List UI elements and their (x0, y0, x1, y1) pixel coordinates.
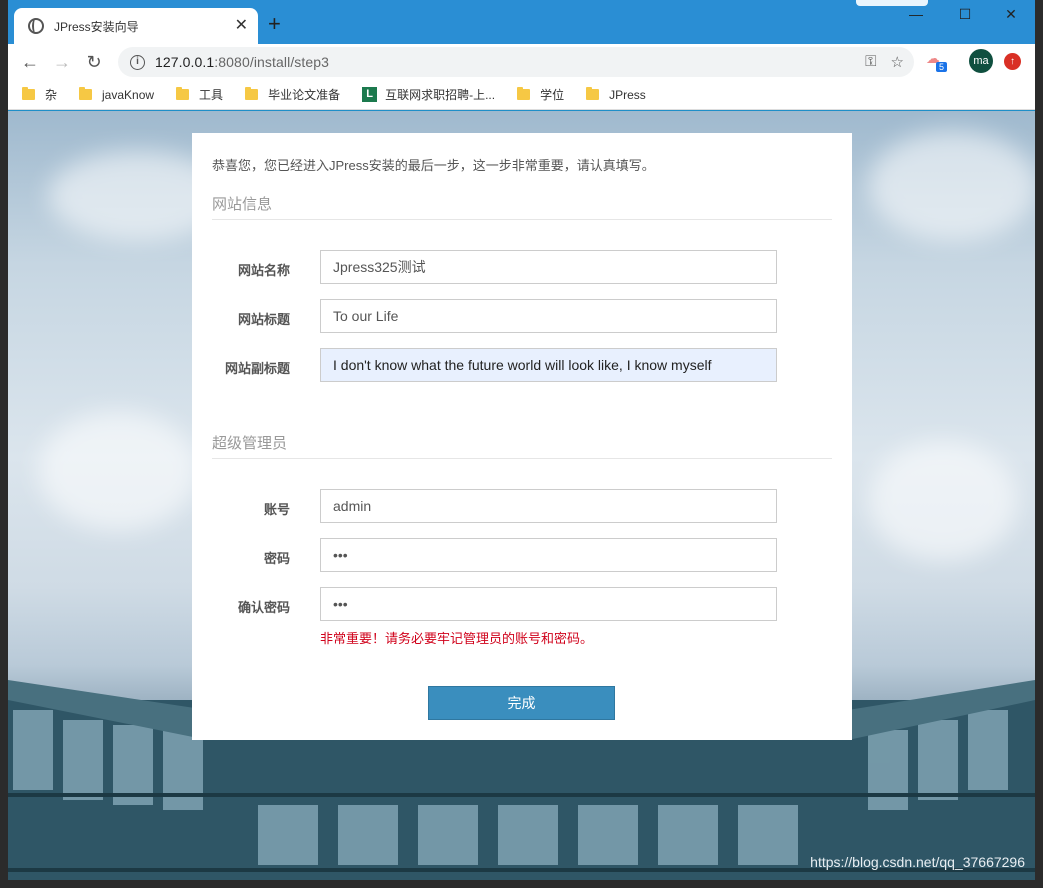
reload-button[interactable]: ↻ (78, 52, 110, 73)
site-subtitle-label: 网站副标题 (224, 361, 290, 376)
bookmark-label: javaKnow (102, 87, 155, 102)
section-divider (212, 219, 832, 220)
background-cloud (38, 411, 198, 531)
new-tab-button[interactable]: + (268, 13, 281, 35)
confirm-password-label: 确认密码 (237, 600, 290, 615)
site-section-title: 网站信息 (212, 196, 273, 213)
tab-strip: JPress安装向导 ✕ + — ☐ ✕ (8, 0, 1035, 44)
bookmark-label: 学位 (540, 88, 565, 102)
account-label: 账号 (263, 502, 290, 517)
section-divider (212, 458, 832, 459)
finish-button[interactable]: 完成 (428, 686, 615, 720)
site-name-input[interactable]: Jpress325测试 (320, 250, 777, 284)
account-input[interactable]: admin (320, 489, 777, 523)
bookmark-item[interactable]: 学位 (517, 86, 564, 103)
key-icon[interactable]: ⚿ (865, 53, 876, 71)
site-subtitle-input[interactable]: I don't know what the future world will … (320, 348, 777, 382)
bookmark-label: JPress (609, 87, 646, 102)
minimize-button[interactable]: — (893, 6, 939, 22)
folder-icon (586, 87, 600, 100)
url-path: :8080/install/step3 (214, 54, 330, 70)
page-background: 恭喜您，您已经进入JPress安装的最后一步，这一步非常重要，请认真填写。 网站… (8, 111, 1035, 880)
bookmark-item[interactable]: L 互联网求职招聘-上... (362, 86, 495, 103)
bookmark-label: 工具 (199, 88, 224, 102)
tab-title: JPress安装向导 (54, 19, 139, 34)
close-window-button[interactable]: ✕ (988, 6, 1034, 23)
background-cloud (868, 131, 1035, 241)
globe-icon (28, 18, 44, 34)
password-input[interactable]: ••• (320, 538, 777, 572)
folder-icon (22, 87, 35, 100)
folder-icon (79, 87, 93, 100)
site-name-label: 网站名称 (237, 263, 290, 278)
forward-button[interactable]: → (46, 52, 78, 73)
folder-icon (517, 87, 531, 100)
browser-tab[interactable]: JPress安装向导 ✕ (14, 8, 258, 44)
extension-badge: 5 (936, 62, 948, 72)
url-host: 127.0.0.1 (155, 54, 215, 70)
l-logo-icon: L (362, 87, 378, 102)
background-cloud (868, 441, 1018, 561)
profile-avatar[interactable]: ma (969, 49, 993, 73)
watermark-text: https://blog.csdn.net/qq_37667296 (810, 854, 1025, 870)
site-title-input[interactable]: To our Life (320, 299, 777, 333)
star-icon[interactable]: ☆ (891, 53, 904, 71)
password-label: 密码 (263, 551, 290, 566)
confirm-password-input[interactable]: ••• (320, 587, 777, 621)
tab-close-icon[interactable]: ✕ (235, 18, 248, 34)
bookmarks-bar: 杂 javaKnow 工具 毕业论文准备 L 互联网求职招聘-上... 学位 JP… (8, 80, 1035, 110)
folder-icon (176, 87, 190, 100)
admin-section-title: 超级管理员 (212, 435, 288, 452)
url-text: 127.0.0.1:8080/install/step3 (155, 54, 329, 70)
info-icon[interactable]: i (130, 54, 145, 70)
intro-text: 恭喜您，您已经进入JPress安装的最后一步，这一步非常重要，请认真填写。 (212, 158, 655, 173)
site-title-label: 网站标题 (237, 312, 290, 327)
address-bar[interactable]: i 127.0.0.1:8080/install/step3 ⚿ ☆ (118, 47, 914, 77)
bookmark-label: 毕业论文准备 (268, 88, 341, 102)
bookmark-item[interactable]: 工具 (176, 86, 223, 103)
bookmark-item[interactable]: 杂 (22, 86, 57, 103)
folder-icon (245, 87, 259, 100)
back-button[interactable]: ← (14, 52, 46, 73)
browser-toolbar: ← → ↻ i 127.0.0.1:8080/install/step3 ⚿ ☆… (8, 44, 1035, 80)
bookmark-label: 杂 (45, 88, 58, 102)
browser-window: JPress安装向导 ✕ + — ☐ ✕ ← → ↻ i 127.0.0.1:8… (8, 0, 1035, 880)
bookmark-item[interactable]: JPress (586, 87, 646, 102)
bookmark-item[interactable]: javaKnow (79, 87, 155, 102)
warning-text: 非常重要！请务必要牢记管理员的账号和密码。 (320, 631, 594, 646)
bookmark-item[interactable]: 毕业论文准备 (245, 86, 340, 103)
bookmark-label: 互联网求职招聘-上... (385, 88, 496, 102)
install-card: 恭喜您，您已经进入JPress安装的最后一步，这一步非常重要，请认真填写。 网站… (192, 133, 852, 740)
update-icon[interactable]: ↑ (1004, 53, 1021, 70)
maximize-button[interactable]: ☐ (942, 6, 988, 23)
